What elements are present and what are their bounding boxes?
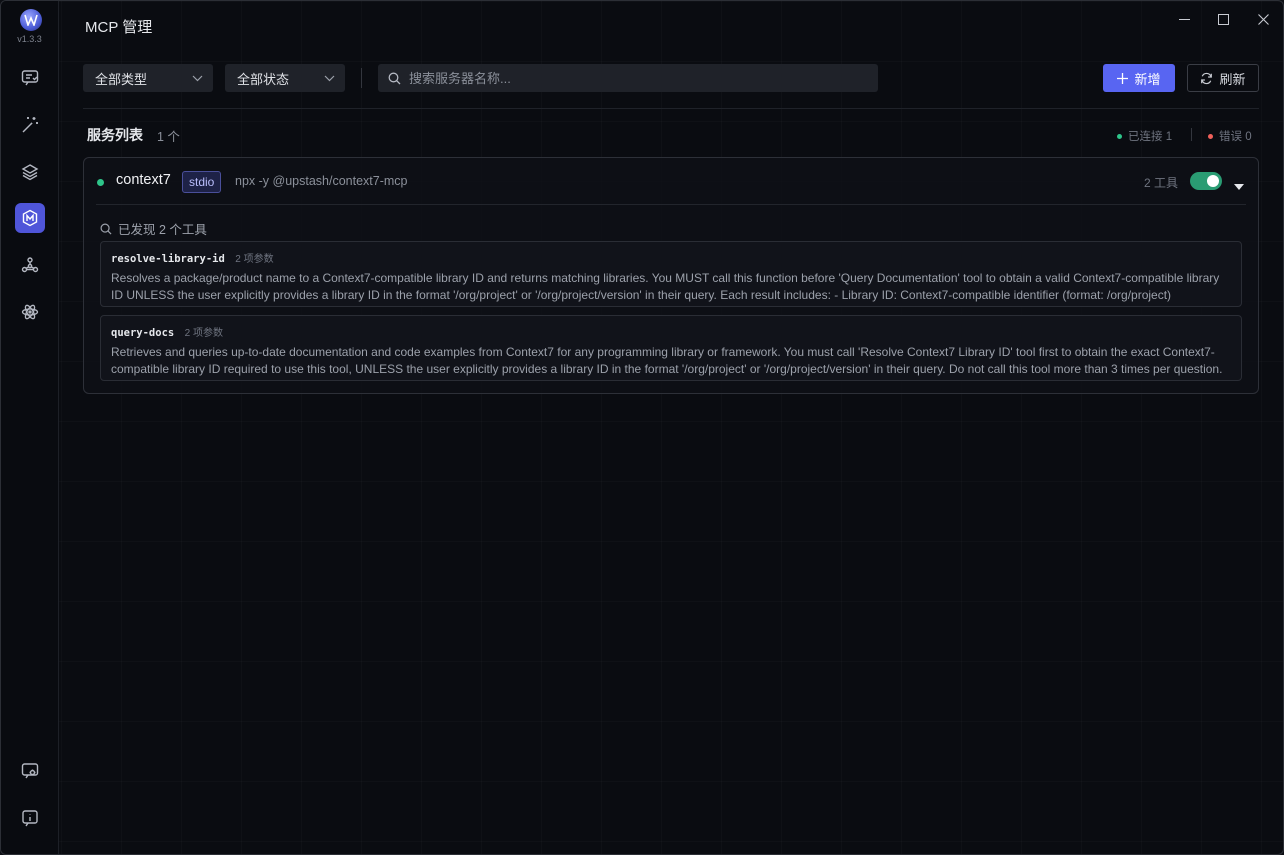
tool-description: Resolves a package/product name to a Con… (111, 271, 1220, 302)
status-filter-select[interactable]: 全部状态 (225, 64, 345, 92)
stat-divider (1191, 128, 1192, 141)
layers-icon[interactable] (15, 157, 45, 187)
sidebar: v1.3.3 (1, 1, 59, 854)
maximize-icon (1217, 13, 1229, 25)
tool-item[interactable]: query-docs 2 项参数 Retrieves and queries u… (100, 315, 1242, 381)
toolbar-divider-line (83, 108, 1259, 109)
app-window: v1.3.3 MCP 管理 全部类型 全部状态 搜索服务器名称... 新增 刷新… (0, 0, 1284, 855)
chat-icon[interactable] (15, 63, 45, 93)
maximize-button[interactable] (1210, 9, 1236, 29)
magic-wand-icon[interactable] (15, 110, 45, 140)
error-dot (1208, 133, 1213, 139)
tool-params: 2 项参数 (235, 254, 274, 265)
status-dot (97, 179, 104, 186)
add-button-label: 新增 (1134, 71, 1161, 87)
tool-count: 2 工具 (1144, 176, 1179, 190)
close-icon (1257, 13, 1269, 25)
search-input[interactable] (407, 69, 851, 87)
minimize-icon (1178, 18, 1190, 20)
search-box[interactable] (378, 64, 878, 92)
refresh-icon (1201, 72, 1213, 84)
list-title: 服务列表 (87, 127, 143, 143)
atom-icon[interactable] (15, 297, 45, 327)
chevron-down-icon (324, 75, 335, 81)
add-server-button[interactable]: 新增 (1103, 64, 1175, 92)
transport-badge: stdio (182, 171, 222, 193)
tool-description: Retrieves and queries up-to-date documen… (111, 345, 1223, 376)
network-icon[interactable] (15, 250, 45, 280)
type-filter-select[interactable]: 全部类型 (83, 64, 213, 92)
server-name: context7 (116, 172, 171, 188)
tool-item[interactable]: resolve-library-id 2 项参数 Resolves a pack… (100, 241, 1242, 307)
search-icon (388, 72, 401, 84)
refresh-button-label: 刷新 (1219, 71, 1246, 87)
error-stat: 错误 0 (1208, 128, 1252, 144)
mcp-icon[interactable] (15, 203, 45, 233)
tool-name: resolve-library-id (111, 253, 225, 265)
discovered-tools-text: 已发现 2 个工具 (118, 223, 207, 237)
connected-dot (1117, 133, 1122, 139)
server-command: npx -y @upstash/context7-mcp (235, 174, 408, 188)
search-icon (100, 223, 112, 235)
type-filter-value: 全部类型 (95, 71, 148, 87)
close-button[interactable] (1250, 9, 1276, 29)
page-title: MCP 管理 (85, 19, 153, 36)
info-icon[interactable] (15, 803, 45, 833)
tool-name: query-docs (111, 327, 175, 339)
status-filter-value: 全部状态 (237, 71, 290, 87)
toggle-knob (1207, 175, 1219, 187)
server-enable-toggle[interactable] (1190, 172, 1222, 190)
connected-label: 已连接 1 (1128, 131, 1173, 143)
list-count: 1 个 (157, 130, 180, 144)
chevron-down-icon (192, 75, 203, 81)
settings-chat-icon[interactable] (15, 756, 45, 786)
discovered-tools-label: 已发现 2 个工具 (100, 219, 207, 238)
server-card: context7 stdio npx -y @upstash/context7-… (83, 157, 1259, 394)
expand-button[interactable] (1234, 177, 1244, 195)
toolbar-divider (361, 68, 362, 88)
app-logo (20, 9, 42, 31)
minimize-button[interactable] (1171, 9, 1197, 29)
tool-params: 2 项参数 (184, 328, 224, 339)
plus-icon (1117, 72, 1129, 84)
connected-stat: 已连接 1 (1117, 128, 1172, 144)
refresh-button[interactable]: 刷新 (1187, 64, 1259, 92)
error-label: 错误 0 (1219, 131, 1252, 143)
caret-down-icon (1234, 184, 1244, 190)
app-version: v1.3.3 (17, 34, 42, 44)
card-divider (96, 204, 1246, 205)
